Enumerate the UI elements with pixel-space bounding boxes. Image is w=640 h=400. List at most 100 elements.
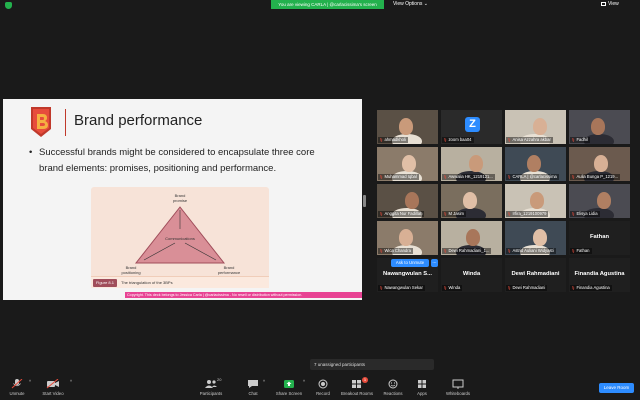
participant-display-name: Dewi Rahmadiani [511,271,560,277]
participant-tile[interactable]: 🎙Dewi Rahmadiani_1... [441,221,502,255]
muted-mic-icon: 🎙 [443,138,448,142]
participant-name: Dewi Rahmadiani [512,285,546,290]
label-brand-promise-2: promise [173,198,188,203]
participant-display-name: Winda [462,271,481,277]
muted-mic-icon: 🎙 [571,138,576,142]
record-button[interactable]: Record [312,379,334,396]
triangle-diagram: Brand promise Communications Brand posit… [121,193,241,275]
muted-mic-icon: 🎙 [379,212,384,216]
chat-caret-icon[interactable]: ^ [263,379,265,384]
participant-face [405,192,419,209]
ask-to-unmute-button[interactable]: Ask to Unmute [391,259,429,267]
reactions-button[interactable]: Reactions [380,379,406,396]
muted-mic-icon: 🎙 [507,249,512,253]
brand-logo-icon [31,107,51,137]
avatar-letter: Z [465,117,480,132]
view-mode-button[interactable]: View [601,0,619,9]
reactions-label: Reactions [383,391,403,396]
participants-button[interactable]: Participants [196,379,226,396]
participant-tile[interactable]: Fathan 🎙Fathan [569,221,630,255]
participant-tile[interactable]: Z 🎙zoom baa04 [441,110,502,144]
participant-name: ahmadkholi [384,137,406,142]
participant-face [402,155,416,172]
figure-caption-row: Figure 8.1 The triangulation of the 3BPs [91,276,269,288]
participant-tile[interactable]: 🎙Anggita Nur Fadillah [377,184,438,218]
label-brand-positioning-2: positioning [121,270,140,275]
participant-tile[interactable]: 🎙CARLA | @carlacissima [505,147,566,181]
muted-mic-icon: 🎙 [379,138,384,142]
participants-label: Participants [199,391,223,396]
start-video-button[interactable]: Start Video [38,379,68,396]
muted-mic-icon: 🎙 [507,286,512,290]
participant-tile[interactable]: Finandia Agustina 🎙Finandia Agustina [569,258,630,292]
participant-display-name: Nawangwulan S... [383,271,432,277]
whiteboards-label: Whiteboards [445,391,471,396]
participant-name-label: 🎙Muhammad Iqbal [378,174,419,180]
participant-name-label: 🎙Awwalia HK_1219121... [442,174,495,180]
reactions-smiley-icon [388,379,398,389]
chevron-down-icon: ⌄ [423,1,428,7]
security-shield-icon[interactable] [5,2,12,9]
whiteboards-button[interactable]: Whiteboards [442,379,474,396]
participant-name-label: 🎙Wica Chandra [378,248,413,254]
participant-tile[interactable]: Winda 🎙Winda [441,258,502,292]
figure-caption: The triangulation of the 3BPs [121,280,173,285]
copyright-banner: Copyright. This deck belongs to Jessica … [125,292,362,298]
chat-button[interactable]: Chat [243,379,263,396]
viewing-banner: You are viewing CARLA | @carlacissima's … [271,0,384,9]
participant-tile[interactable]: Dewi Rahmadiani 🎙Dewi Rahmadiani [505,258,566,292]
gallery-grid-icon [601,1,606,6]
participant-tile[interactable]: 🎙Astrid Auliani Widyasti [505,221,566,255]
share-screen-button[interactable]: Share Screen [274,379,304,396]
participant-name: Anggita Nur Fadillah [384,211,423,216]
participant-tile[interactable]: 🎙Anisa Azzahra akbar [505,110,566,144]
participant-tile[interactable]: 🎙Fadhil [569,110,630,144]
leave-room-button[interactable]: Leave Room [599,383,634,393]
participant-tile[interactable]: 🎙Elisya Lidia [569,184,630,218]
muted-mic-icon: 🎙 [507,138,512,142]
participant-tile[interactable]: 🎙ahmadkholi [377,110,438,144]
participant-tile[interactable]: 🎙Irfira_1219100979 [505,184,566,218]
share-caret-icon[interactable]: ^ [303,379,305,384]
participant-name: Fathan [576,248,590,253]
video-options-caret-icon[interactable]: ^ [70,379,72,384]
participant-tile[interactable]: 🎙Muhammad Iqbal [377,147,438,181]
participant-face [469,155,483,172]
resize-handle[interactable] [363,195,366,207]
participants-icon [205,380,217,388]
participant-tile[interactable]: 🎙M Jasim [441,184,502,218]
participant-tile[interactable]: 🎙Awwalia HK_1219121... [441,147,502,181]
muted-mic-icon: 🎙 [379,249,384,253]
start-video-label: Start Video [42,391,64,396]
apps-button[interactable]: Apps [413,379,431,396]
muted-mic-icon: 🎙 [507,175,512,179]
participant-face [597,192,611,209]
slide-title: Brand performance [74,112,203,129]
audio-options-caret-icon[interactable]: ^ [29,379,31,384]
participant-face [463,192,477,209]
participant-name: zoom baa04 [448,137,472,142]
more-options-button[interactable]: ... [431,259,438,267]
view-options-button[interactable]: View Options ⌄ [393,0,428,9]
participant-face [399,118,413,135]
breakout-rooms-button[interactable]: Breakout Rooms [338,379,376,396]
participant-face [399,229,413,246]
participant-face [533,229,547,246]
muted-mic-icon: 🎙 [571,286,576,290]
participant-display-name: Finandia Agustina [574,271,625,277]
unmute-button[interactable]: Unmute [6,379,28,396]
chat-label: Chat [248,391,258,396]
participant-face [594,155,608,172]
participant-tile[interactable]: 🎙Aulia Bunga P_1219... [569,147,630,181]
participant-name: Muhammad Iqbal [384,174,417,179]
unassigned-participants-notice[interactable]: 7 unassigned participants [310,359,434,370]
participant-display-name: Fathan [589,234,609,240]
participant-name: Aulia Bunga P_1219... [576,174,619,179]
label-brand-performance-2: performance [218,270,241,275]
muted-mic-icon: 🎙 [443,286,448,290]
participant-tile[interactable]: 🎙Wica Chandra [377,221,438,255]
triangle-figure: Brand promise Communications Brand posit… [91,187,269,288]
view-options-label: View Options [393,1,423,7]
participant-name-label: 🎙Astrid Auliani Widyasti [506,248,556,254]
muted-mic-icon: 🎙 [379,286,384,290]
